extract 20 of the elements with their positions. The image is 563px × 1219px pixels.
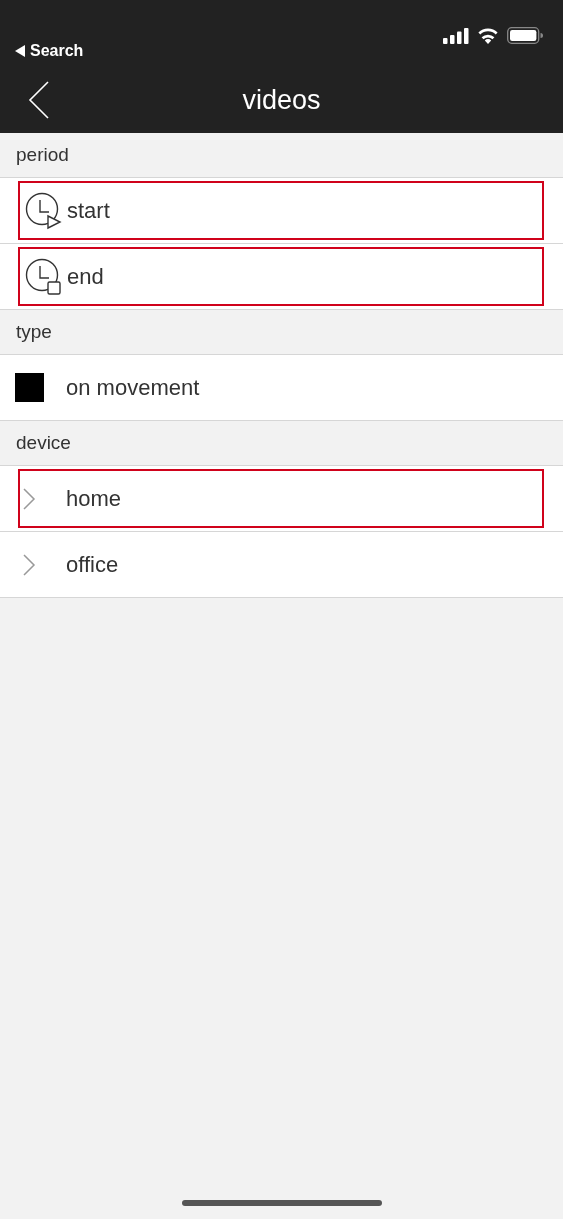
list-item[interactable]: end bbox=[18, 247, 544, 306]
nav-title: videos bbox=[242, 84, 321, 116]
item-label: office bbox=[66, 551, 119, 578]
chevron-right-icon bbox=[22, 486, 36, 511]
back-triangle-icon bbox=[15, 45, 25, 57]
clock-play-icon bbox=[25, 191, 63, 230]
clock-stop-icon bbox=[25, 257, 63, 296]
item-label: end bbox=[67, 263, 104, 290]
list-item[interactable]: home bbox=[18, 469, 544, 528]
signal-icon bbox=[443, 27, 469, 44]
battery-icon bbox=[507, 27, 543, 44]
list-item[interactable]: start bbox=[18, 181, 544, 240]
item-label: start bbox=[67, 197, 110, 224]
back-icon[interactable] bbox=[28, 81, 50, 119]
back-to-app-link[interactable]: Search bbox=[15, 42, 84, 60]
item-label: home bbox=[66, 485, 122, 512]
chevron-right-icon bbox=[22, 552, 36, 577]
checkbox[interactable] bbox=[15, 373, 44, 402]
item-label: on movement bbox=[66, 374, 200, 401]
wifi-icon bbox=[477, 27, 499, 44]
